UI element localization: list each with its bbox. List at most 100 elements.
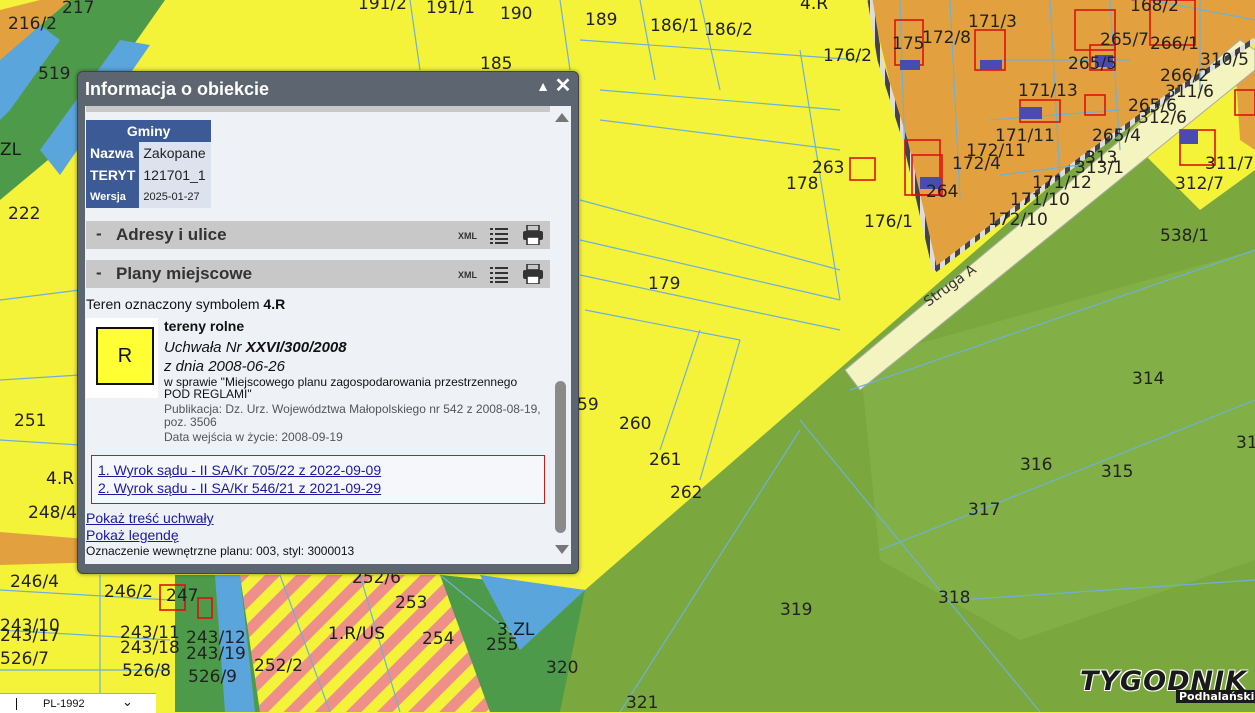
parcel-label: 247 xyxy=(166,586,199,606)
minimize-button[interactable]: ▲ xyxy=(534,78,552,96)
tygodnik-logo: TYGODNIK Podhalański xyxy=(1072,666,1255,706)
parcel-label: 190 xyxy=(500,4,533,24)
popup-title: Informacja o obiekcie xyxy=(85,79,270,99)
parcel-label: 318 xyxy=(938,588,971,608)
gminy-table: Gminy Nazwa Zakopane TERYT 121701_1 Wers… xyxy=(86,120,212,208)
parcel-label: 216/2 xyxy=(8,14,57,34)
parcel-label: 191/1 xyxy=(426,0,475,18)
parcel-label: 316 xyxy=(1020,455,1053,475)
print-icon[interactable] xyxy=(522,264,544,284)
parcel-label: 262 xyxy=(670,483,703,503)
parcel-label: 265/4 xyxy=(1092,126,1141,146)
zone-label: 1.R/US xyxy=(328,624,385,644)
parcel-label: 252/2 xyxy=(254,656,303,676)
parcel-label: 265/7 xyxy=(1100,30,1149,50)
parcel-label: 175 xyxy=(892,34,925,54)
crs-select[interactable]: PL-1992 ⌄ xyxy=(0,693,156,713)
parcel-label: 189 xyxy=(585,10,618,30)
parcel-label: 526/8 xyxy=(122,661,171,681)
parcel-label: 321 xyxy=(626,693,659,713)
section-title: Plany miejscowe xyxy=(116,264,253,283)
print-icon[interactable] xyxy=(522,225,544,245)
uchwala-number: Uchwała Nr XXVI/300/2008 xyxy=(164,339,347,356)
parcel-label: 255 xyxy=(486,635,519,655)
scroll-up-arrow-icon[interactable] xyxy=(555,113,569,122)
parcel-label: 31 xyxy=(1236,433,1255,453)
court-ruling-link[interactable]: 1. Wyrok sądu - II SA/Kr 705/22 z 2022-0… xyxy=(98,462,381,478)
parcel-label: 171/13 xyxy=(1018,81,1078,101)
uchwala-date: z dnia 2008-06-26 xyxy=(164,358,285,375)
effective-date: Data wejścia w życie: 2008-09-19 xyxy=(164,430,343,444)
parcel-label: 312/7 xyxy=(1175,174,1224,194)
parcel-label: 246/2 xyxy=(104,582,153,602)
parcel-label: 186/2 xyxy=(704,20,753,40)
collapse-toggle[interactable]: - xyxy=(96,263,102,283)
parcel-label: 266/1 xyxy=(1150,34,1199,54)
parcel-label: 315 xyxy=(1101,462,1134,482)
parcel-label: 179 xyxy=(648,274,681,294)
logo-sub: Podhalański xyxy=(1176,690,1255,703)
court-ruling-link[interactable]: 2. Wyrok sądu - II SA/Kr 546/21 z 2021-0… xyxy=(98,480,381,496)
parcel-label: 317 xyxy=(968,500,1001,520)
parcel-label: 312/6 xyxy=(1138,108,1187,128)
show-resolution-link[interactable]: Pokaż treść uchwały xyxy=(86,510,214,526)
section-plany[interactable]: - Plany miejscowe XML xyxy=(86,260,550,288)
parcel-label: 217 xyxy=(62,0,95,18)
list-icon[interactable] xyxy=(490,265,508,283)
close-icon: ✕ xyxy=(554,75,572,97)
crs-value: PL-1992 xyxy=(43,698,85,710)
parcel-label: 176/1 xyxy=(864,212,913,232)
close-button[interactable]: ✕ xyxy=(554,76,572,96)
object-info-popup: Informacja o obiekcie ▲ ✕ Gminy Nazwa Za… xyxy=(77,71,579,574)
uchwala-prefix: Uchwała Nr xyxy=(164,339,242,356)
parcel-label: 191/2 xyxy=(358,0,407,14)
zone-symbol-swatch: R xyxy=(96,327,154,385)
parcel-label: 243/18 xyxy=(120,638,180,658)
show-legend-link[interactable]: Pokaż legendę xyxy=(86,527,179,543)
parcel-label: 59 xyxy=(577,395,599,415)
table-row: Nazwa Zakopane xyxy=(86,142,212,164)
parcel-label: 168/2 xyxy=(1130,0,1179,16)
section-title: Adresy i ulice xyxy=(116,225,227,244)
xml-export-icon[interactable]: XML xyxy=(458,231,477,241)
parcel-label: 243/19 xyxy=(186,644,246,664)
parcel-label: 538/1 xyxy=(1160,226,1209,246)
parcel-label: 314 xyxy=(1132,369,1165,389)
gminy-key: Wersja xyxy=(86,186,140,208)
parcel-label: 519 xyxy=(38,64,71,84)
scrollbar[interactable] xyxy=(552,106,571,564)
xml-export-icon[interactable]: XML xyxy=(458,270,477,280)
parcel-label: 526/9 xyxy=(188,667,237,687)
gminy-header: Gminy xyxy=(86,120,212,142)
section-bar-clipped xyxy=(86,106,550,112)
list-icon[interactable] xyxy=(490,226,508,244)
teren-symbol-line: Teren oznaczony symbolem 4.R xyxy=(86,296,285,312)
popup-body[interactable]: Gminy Nazwa Zakopane TERYT 121701_1 Wers… xyxy=(85,106,571,564)
parcel-label: 319 xyxy=(780,600,813,620)
parcel-label: 526/7 xyxy=(0,649,49,669)
teren-prefix: Teren oznaczony symbolem xyxy=(86,296,260,312)
parcel-label: 243/17 xyxy=(0,626,60,646)
court-rulings-box: 1. Wyrok sądu - II SA/Kr 705/22 z 2022-0… xyxy=(91,455,545,504)
gminy-key: Nazwa xyxy=(86,142,140,164)
parcel-label: 171/11 xyxy=(995,126,1055,146)
parcel-label: 260 xyxy=(619,414,652,434)
scroll-down-arrow-icon[interactable] xyxy=(555,545,569,554)
parcel-label: 264 xyxy=(926,182,959,202)
parcel-label: 263 xyxy=(812,158,845,178)
zone-symbol-box: R xyxy=(86,318,158,398)
zone-label: ZL xyxy=(0,140,22,160)
gminy-value: 2025-01-27 xyxy=(139,186,212,208)
parcel-label: 253 xyxy=(395,593,428,613)
scrollbar-thumb[interactable] xyxy=(555,381,566,533)
table-row: Wersja 2025-01-27 xyxy=(86,186,212,208)
gminy-value: 121701_1 xyxy=(139,164,212,186)
uchwala-subject: w sprawie "Miejscowego planu zagospodaro… xyxy=(164,375,518,401)
zone-name: tereny rolne xyxy=(164,318,245,334)
parcel-label: 176/2 xyxy=(823,46,872,66)
parcel-label: 246/4 xyxy=(10,572,59,592)
gminy-key: TERYT xyxy=(86,164,140,186)
section-adresy[interactable]: - Adresy i ulice XML xyxy=(86,221,550,249)
parcel-label: 172/8 xyxy=(922,28,971,48)
collapse-toggle[interactable]: - xyxy=(96,224,102,244)
